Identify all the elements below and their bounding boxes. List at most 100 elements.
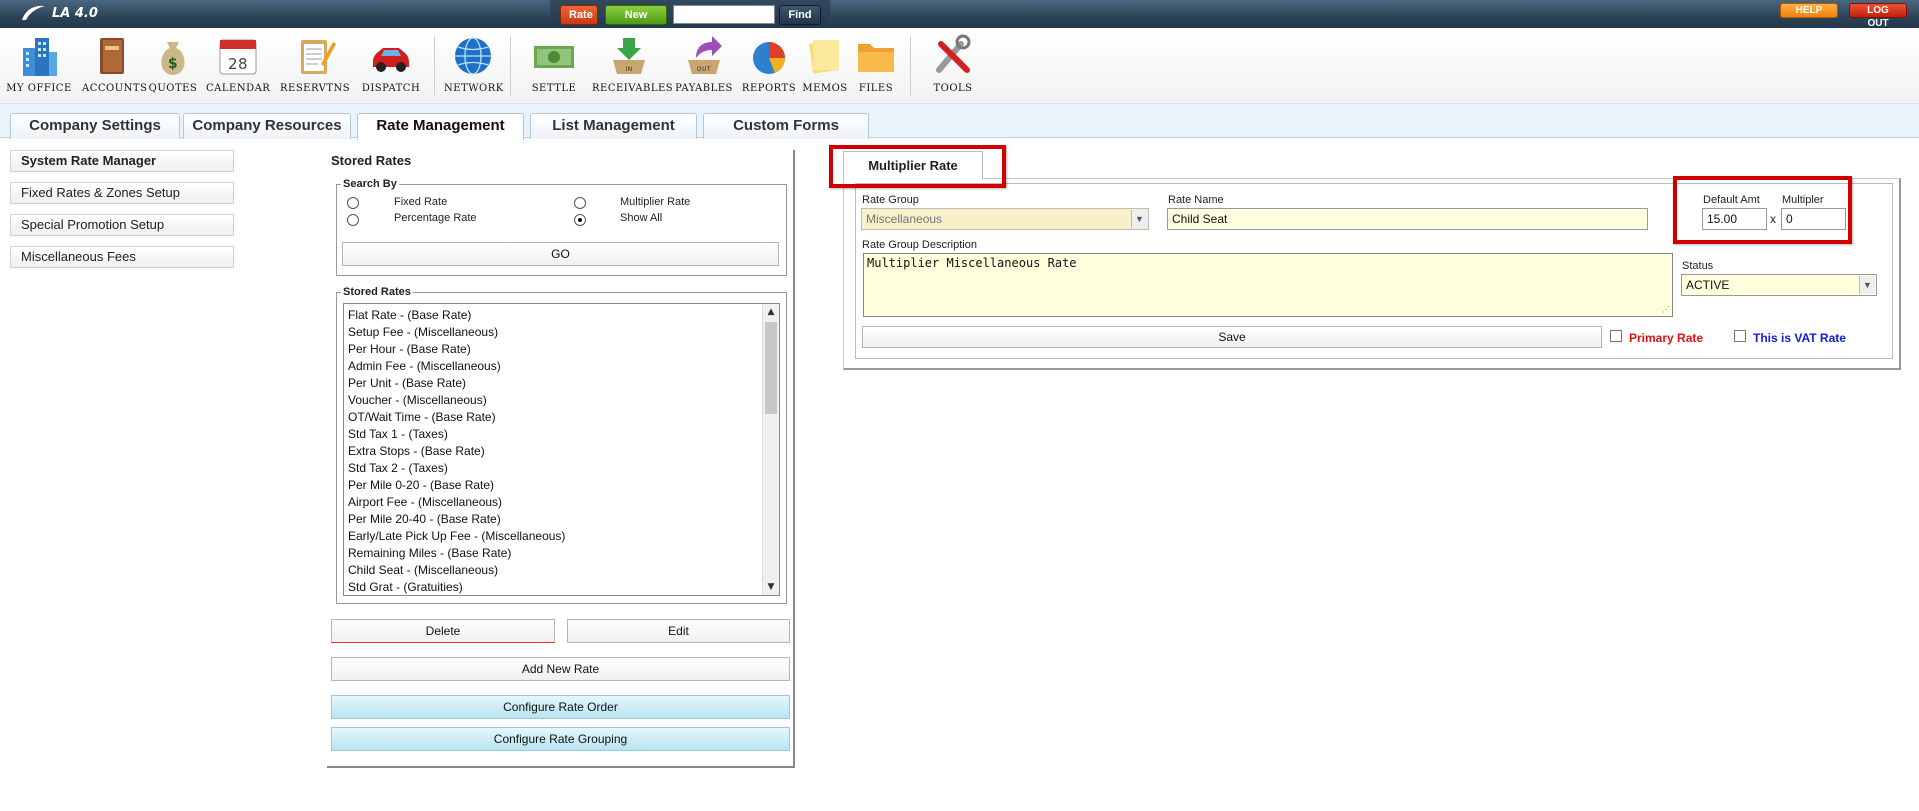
logo-swoosh-icon xyxy=(22,5,45,20)
list-item[interactable]: Voucher - (Miscellaneous) xyxy=(348,392,565,409)
list-item[interactable]: Child Seat - (Miscellaneous) xyxy=(348,562,565,579)
list-item[interactable]: Std Grat - (Gratuities) xyxy=(348,579,565,595)
nav-label: CALENDAR xyxy=(206,83,271,94)
nav-files[interactable]: FILES xyxy=(852,34,900,100)
list-item[interactable]: Setup Fee - (Miscellaneous) xyxy=(348,324,565,341)
list-item[interactable]: Early/Late Pick Up Fee - (Miscellaneous) xyxy=(348,528,565,545)
office-building-icon xyxy=(23,38,57,76)
list-item[interactable]: Per Unit - (Base Rate) xyxy=(348,375,565,392)
nav-my-office[interactable]: MY OFFICE xyxy=(4,34,74,100)
list-item[interactable]: Std Tax 1 - (Taxes) xyxy=(348,426,565,443)
highlight-box xyxy=(1673,176,1852,244)
nav-memos[interactable]: MEMOS xyxy=(802,34,848,100)
new-res-button[interactable]: New Res xyxy=(605,5,667,39)
radio-fixed-rate[interactable] xyxy=(347,197,359,209)
status-label: Status xyxy=(1682,260,1714,272)
nav-settle[interactable]: SETTLE xyxy=(522,34,586,100)
scroll-up-arrow-icon[interactable]: ▲ xyxy=(763,304,779,320)
status-select[interactable]: ACTIVE ▼ xyxy=(1681,274,1877,296)
search-input[interactable] xyxy=(673,5,775,24)
nav-label: PAYABLES xyxy=(675,83,733,94)
nav-receivables[interactable]: IN RECEIVABLES xyxy=(592,34,673,100)
money-bag-icon: $ xyxy=(161,42,185,75)
nav-reports[interactable]: REPORTS xyxy=(740,34,798,100)
add-new-rate-button[interactable]: Add New Rate xyxy=(331,657,790,681)
radio-percentage-rate-label: Percentage Rate xyxy=(394,212,477,224)
tab-rate-management[interactable]: Rate Management xyxy=(357,113,524,140)
configure-rate-grouping-button[interactable]: Configure Rate Grouping xyxy=(331,727,790,751)
sidebar-item-special-promotion[interactable]: Special Promotion Setup xyxy=(10,214,234,236)
tab-company-settings[interactable]: Company Settings xyxy=(10,113,180,139)
list-item[interactable]: Extra Stops - (Base Rate) xyxy=(348,443,565,460)
rate-group-label: Rate Group xyxy=(862,194,919,206)
vat-rate-checkbox[interactable] xyxy=(1734,330,1746,342)
scroll-down-arrow-icon[interactable]: ▼ xyxy=(763,579,779,595)
configure-rate-order-button[interactable]: Configure Rate Order xyxy=(331,695,790,719)
scroll-thumb[interactable] xyxy=(765,322,777,414)
tab-custom-forms[interactable]: Custom Forms xyxy=(703,113,869,139)
nav-calendar[interactable]: 28 CALENDAR xyxy=(206,34,270,100)
list-item[interactable]: Airport Fee - (Miscellaneous) xyxy=(348,494,565,511)
status-value: ACTIVE xyxy=(1686,278,1730,292)
help-button[interactable]: HELP xyxy=(1780,3,1838,18)
resize-grip-icon[interactable]: ⋰ xyxy=(1662,305,1670,314)
nav-label: SETTLE xyxy=(531,83,577,94)
vat-rate-label: This is VAT Rate xyxy=(1753,331,1846,345)
go-button[interactable]: GO xyxy=(342,242,779,266)
find-button[interactable]: Find xyxy=(779,5,821,25)
description-textarea[interactable]: Multiplier Miscellaneous Rate ⋰ xyxy=(863,253,1673,317)
list-item[interactable]: Std Tax 2 - (Taxes) xyxy=(348,460,565,477)
save-button[interactable]: Save xyxy=(862,326,1602,348)
nav-separator xyxy=(434,36,435,96)
nav-reservations[interactable]: RESERVTNS xyxy=(280,34,350,100)
nav-accounts[interactable]: ACCOUNTS xyxy=(82,34,148,100)
inbox-in-icon: IN xyxy=(613,38,645,74)
rate-group-select[interactable]: Miscellaneous ▼ xyxy=(861,208,1149,230)
calendar-icon: 28 xyxy=(219,39,257,75)
list-item[interactable]: Remaining Miles - (Base Rate) xyxy=(348,545,565,562)
nav-label: ACCOUNTS xyxy=(82,83,148,94)
sidebar-item-fixed-rates-zones[interactable]: Fixed Rates & Zones Setup xyxy=(10,182,234,204)
list-scrollbar[interactable]: ▲ ▼ xyxy=(762,304,779,595)
radio-show-all[interactable] xyxy=(574,214,586,226)
rate-button[interactable]: Rate xyxy=(560,5,598,25)
nav-quotes[interactable]: $ QUOTES xyxy=(148,34,198,100)
chevron-down-icon[interactable]: ▼ xyxy=(1131,210,1147,228)
nav-dispatch[interactable]: DISPATCH xyxy=(358,34,424,100)
globe-icon xyxy=(455,37,491,75)
list-item[interactable]: Per Hour - (Base Rate) xyxy=(348,341,565,358)
nav-label: TOOLS xyxy=(933,83,973,94)
nav-payables[interactable]: OUT PAYABLES xyxy=(674,34,734,100)
stored-rates-listbox[interactable]: Flat Rate - (Base Rate) Setup Fee - (Mis… xyxy=(343,303,780,596)
list-item[interactable]: Flat Rate - (Base Rate) xyxy=(348,307,565,324)
tab-list-management[interactable]: List Management xyxy=(530,113,697,139)
stored-rates-list-legend: Stored Rates xyxy=(343,286,411,298)
app-title: LA 4.0 xyxy=(52,5,98,21)
top-bar: LA 4.0 Rate New Res Find HELP LOG OUT xyxy=(0,0,1919,39)
list-item[interactable]: Admin Fee - (Miscellaneous) xyxy=(348,358,565,375)
delete-button[interactable]: Delete xyxy=(331,619,555,643)
list-item[interactable]: Per Mile 0-20 - (Base Rate) xyxy=(348,477,565,494)
sidebar-item-misc-fees[interactable]: Miscellaneous Fees xyxy=(10,246,234,268)
svg-text:OUT: OUT xyxy=(697,66,711,73)
list-item[interactable]: OT/Wait Time - (Base Rate) xyxy=(348,409,565,426)
edit-button[interactable]: Edit xyxy=(567,619,790,643)
primary-rate-checkbox[interactable] xyxy=(1610,330,1622,342)
radio-percentage-rate[interactable] xyxy=(347,214,359,226)
radio-multiplier-rate[interactable] xyxy=(574,197,586,209)
cash-icon xyxy=(534,46,574,68)
list-item[interactable]: Per Mile 20-40 - (Base Rate) xyxy=(348,511,565,528)
sidebar-item-system-rate-manager[interactable]: System Rate Manager xyxy=(10,150,234,172)
nav-label: REPORTS xyxy=(741,83,797,94)
description-label: Rate Group Description xyxy=(862,239,977,251)
folder-icon xyxy=(858,44,894,72)
tab-company-resources[interactable]: Company Resources xyxy=(183,113,351,139)
chevron-down-icon[interactable]: ▼ xyxy=(1859,276,1875,294)
main-nav: MY OFFICE ACCOUNTS $ QUOTES 28 CALENDAR xyxy=(0,28,1919,103)
nav-tools[interactable]: TOOLS xyxy=(924,34,982,100)
nav-network[interactable]: NETWORK xyxy=(444,34,503,100)
logout-button[interactable]: LOG OUT xyxy=(1849,3,1907,29)
rate-group-value: Miscellaneous xyxy=(866,212,943,226)
svg-text:$: $ xyxy=(168,56,178,72)
rate-name-input[interactable]: Child Seat xyxy=(1167,208,1648,230)
